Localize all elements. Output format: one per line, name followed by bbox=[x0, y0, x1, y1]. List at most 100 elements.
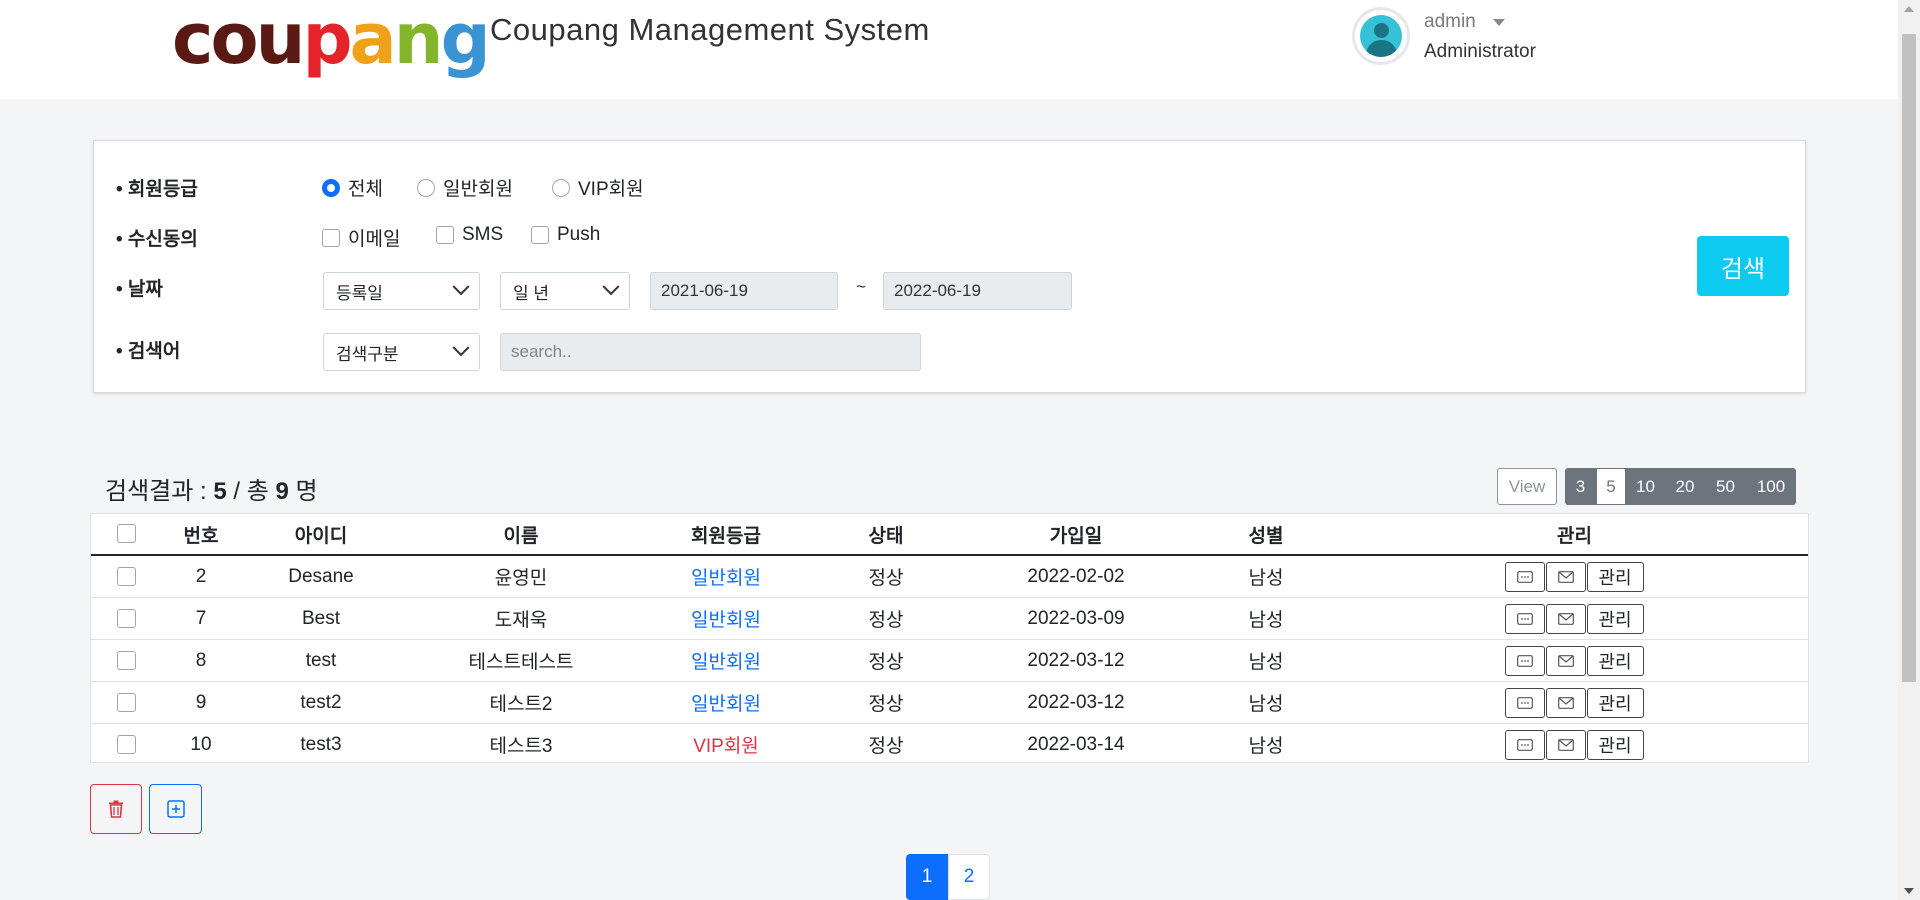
message-button[interactable] bbox=[1504, 561, 1545, 592]
cell-actions: 관리 bbox=[1341, 597, 1808, 640]
cell-grade: 일반회원 bbox=[641, 597, 811, 640]
message-button[interactable] bbox=[1504, 645, 1545, 676]
row-checkbox[interactable] bbox=[116, 566, 136, 586]
date-type-select[interactable]: 등록일 bbox=[323, 272, 480, 310]
email-button[interactable] bbox=[1545, 729, 1586, 760]
page-size-option[interactable]: 3 bbox=[1565, 468, 1596, 505]
select-all-checkbox[interactable] bbox=[116, 524, 136, 544]
avatar[interactable] bbox=[1352, 7, 1410, 65]
page-size-option[interactable]: 50 bbox=[1705, 468, 1746, 505]
envelope-icon bbox=[1557, 570, 1574, 583]
cell-name: 도재욱 bbox=[401, 597, 641, 640]
table-row[interactable]: 7 Best 도재욱 일반회원 정상 2022-03-09 남성 관리 bbox=[91, 597, 1808, 640]
manage-button[interactable]: 관리 bbox=[1586, 687, 1644, 718]
email-button[interactable] bbox=[1545, 645, 1586, 676]
grade-option-all[interactable]: 전체 bbox=[322, 174, 383, 201]
grade-option-normal[interactable]: 일반회원 bbox=[417, 174, 513, 201]
consent-checkbox-push[interactable] bbox=[531, 226, 549, 244]
row-select-cell bbox=[91, 639, 161, 682]
result-summary: 검색결과 : 5 / 총 9 명 bbox=[105, 478, 318, 505]
delete-button[interactable] bbox=[90, 784, 142, 834]
row-checkbox[interactable] bbox=[116, 734, 136, 754]
manage-button[interactable]: 관리 bbox=[1586, 729, 1644, 760]
grade-option-vip[interactable]: VIP회원 bbox=[552, 174, 644, 201]
table-row[interactable]: 8 test 테스트테스트 일반회원 정상 2022-03-12 남성 관리 bbox=[91, 639, 1808, 682]
row-checkbox[interactable] bbox=[116, 608, 136, 628]
cell-status: 정상 bbox=[811, 681, 961, 724]
grade-radio-normal[interactable] bbox=[417, 178, 435, 197]
caret-down-icon[interactable] bbox=[1493, 19, 1505, 26]
cell-name: 테스트3 bbox=[489, 736, 553, 757]
keyword-search-input[interactable]: search.. bbox=[500, 333, 921, 371]
page-size-option[interactable]: 5 bbox=[1596, 468, 1626, 505]
date-to-input[interactable]: 2022-06-19 bbox=[883, 272, 1072, 310]
consent-option-email[interactable]: 이메일 bbox=[322, 224, 400, 251]
grade-radio-all[interactable] bbox=[322, 178, 340, 197]
cell-name: 윤영민 bbox=[401, 555, 641, 598]
page-size-option[interactable]: 10 bbox=[1626, 468, 1665, 505]
add-button[interactable] bbox=[149, 784, 202, 834]
consent-checkbox-sms[interactable] bbox=[436, 226, 454, 244]
manage-button[interactable]: 관리 bbox=[1586, 645, 1644, 676]
email-button[interactable] bbox=[1545, 561, 1586, 592]
page-link[interactable]: 1 bbox=[906, 854, 948, 900]
header-status: 상태 bbox=[811, 514, 961, 556]
logo-letter: u bbox=[255, 0, 306, 80]
header-grade: 회원등급 bbox=[641, 514, 811, 556]
cell-joined: 2022-02-02 bbox=[961, 555, 1191, 598]
consent-option-sms[interactable]: SMS bbox=[436, 224, 503, 246]
cell-joined: 2022-03-12 bbox=[961, 681, 1191, 724]
consent-checkbox-email[interactable] bbox=[322, 228, 340, 247]
view-button[interactable]: View bbox=[1497, 468, 1557, 505]
chevron-down-icon bbox=[452, 339, 470, 357]
logo-letter: a bbox=[349, 0, 397, 80]
message-button[interactable] bbox=[1504, 603, 1545, 634]
message-button[interactable] bbox=[1504, 729, 1545, 760]
cell-id: Desane bbox=[241, 555, 401, 598]
table-header-row: 번호 아이디 이름 회원등급 상태 가입일 성별 관리 bbox=[91, 514, 1808, 556]
date-range-select[interactable]: 일 년 bbox=[500, 272, 630, 310]
row-checkbox[interactable] bbox=[116, 650, 136, 670]
page-link[interactable]: 2 bbox=[948, 854, 990, 900]
cell-gender: 남성 bbox=[1191, 681, 1341, 724]
manage-button[interactable]: 관리 bbox=[1586, 561, 1644, 592]
page-size-option[interactable]: 100 bbox=[1746, 468, 1796, 505]
cell-status: 정상 bbox=[811, 555, 961, 598]
keyword-type-select[interactable]: 검색구분 bbox=[323, 333, 480, 371]
scroll-up-icon[interactable] bbox=[1904, 6, 1914, 12]
table-row[interactable]: 9 test2 테스트2 일반회원 정상 2022-03-12 남성 관리 bbox=[91, 681, 1808, 724]
cell-gender: 남성 bbox=[1191, 555, 1341, 598]
date-from-input[interactable]: 2021-06-19 bbox=[650, 272, 838, 310]
coupang-logo[interactable]: coupang bbox=[172, 0, 491, 80]
message-button[interactable] bbox=[1504, 687, 1545, 718]
page-scrollbar[interactable] bbox=[1898, 0, 1920, 900]
manage-button[interactable]: 관리 bbox=[1586, 603, 1644, 634]
search-button[interactable]: 검색 bbox=[1697, 236, 1789, 296]
cell-joined: 2022-03-12 bbox=[961, 639, 1191, 682]
table-row[interactable]: 10 test3 테스트3 VIP회원 정상 2022-03-14 남성 관리 bbox=[91, 724, 1808, 766]
cell-joined: 2022-03-14 bbox=[1027, 733, 1125, 755]
logo-letter: c bbox=[172, 0, 213, 80]
user-role: Administrator bbox=[1424, 41, 1536, 62]
cell-actions: 관리 bbox=[1341, 639, 1808, 682]
pagination: 12 bbox=[906, 854, 990, 900]
cell-no: 2 bbox=[161, 555, 241, 598]
page-size-option[interactable]: 20 bbox=[1665, 468, 1705, 505]
email-button[interactable] bbox=[1545, 603, 1586, 634]
logo-letter: n bbox=[393, 0, 444, 80]
scroll-thumb[interactable] bbox=[1902, 34, 1916, 682]
chevron-down-icon bbox=[602, 278, 620, 296]
user-name[interactable]: admin bbox=[1424, 11, 1476, 33]
consent-option-push[interactable]: Push bbox=[531, 224, 600, 246]
grade-radio-vip[interactable] bbox=[552, 178, 570, 197]
cell-grade: 일반회원 bbox=[641, 555, 811, 598]
cell-id: test2 bbox=[241, 681, 401, 724]
scroll-down-icon[interactable] bbox=[1904, 888, 1914, 894]
envelope-icon bbox=[1557, 738, 1574, 751]
cell-no: 8 bbox=[161, 639, 241, 682]
cell-status: 정상 bbox=[868, 736, 904, 757]
email-button[interactable] bbox=[1545, 687, 1586, 718]
row-checkbox[interactable] bbox=[116, 692, 136, 712]
table-row[interactable]: 2 Desane 윤영민 일반회원 정상 2022-02-02 남성 관리 bbox=[91, 555, 1808, 598]
row-select-cell bbox=[91, 681, 161, 724]
